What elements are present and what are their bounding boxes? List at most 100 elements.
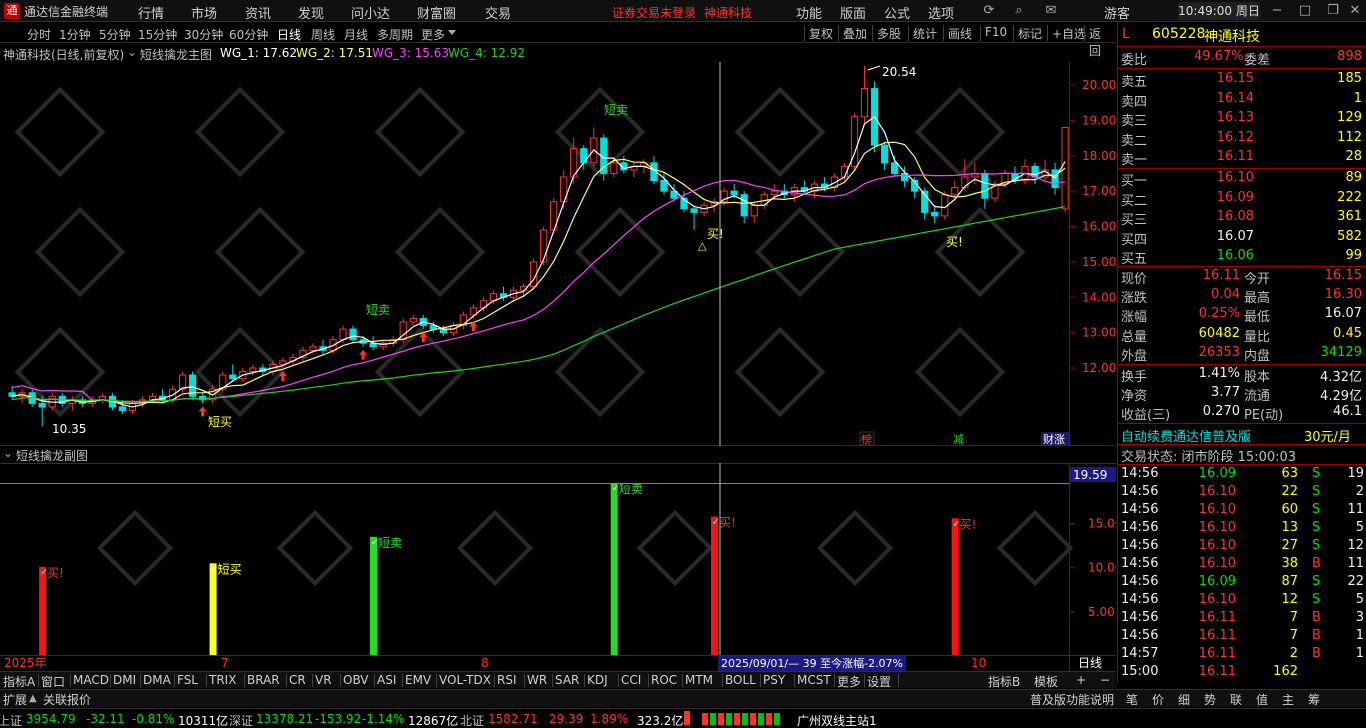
indicator-tab-asi11[interactable]: ASI [377,673,396,687]
menu-wenxiaoda[interactable]: 问小达 [351,3,390,22]
stock-name[interactable]: 神通科技 [1204,26,1260,46]
ext-related-quote[interactable]: 关联报价 [43,691,91,708]
promo-text[interactable]: 自动续费通达信普及版 [1121,426,1251,445]
sub-formula-dropdown-icon[interactable]: ⌄ [3,446,13,460]
bz-label[interactable]: 北证 [460,712,484,728]
indicator-tab-psy22[interactable]: PSY [763,673,785,687]
stock-code[interactable]: 605228 [1152,26,1205,42]
menu-jiaoyi[interactable]: 交易 [485,3,511,22]
indicator-tab-roc19[interactable]: ROC [651,673,677,687]
sell-price[interactable]: 16.14 [1214,91,1254,106]
period-fenshi[interactable]: 分时 [27,26,51,43]
indicator-tab-25[interactable]: 设置 [867,673,891,690]
ext-tab-chou[interactable]: 筹 [1308,691,1320,708]
minimize-icon[interactable]: − [1268,2,1286,20]
ext-tab-zhu[interactable]: 主 [1282,691,1294,708]
promo-price[interactable]: 30元/月 [1304,426,1351,445]
indicator-tab-trix6[interactable]: TRIX [209,673,236,687]
btn-f10[interactable]: F10 [980,25,1011,41]
ext-tab-jia[interactable]: 价 [1152,691,1164,708]
ext-tab-shi[interactable]: 势 [1204,691,1216,708]
ext-expand-button[interactable]: 扩展 [3,691,27,708]
indicator-tab-boll21[interactable]: BOLL [725,673,756,687]
indicator-tab-vr9[interactable]: VR [315,673,332,687]
mark-bang[interactable]: 榜 [861,432,872,446]
sub-indicator-chart[interactable]: 19.5915.0010.005.00 买!✓短买✓短卖✓短卖✓买!✓买!✓ [0,463,1116,655]
btn-fuquan[interactable]: 复权 [804,25,837,41]
restore-icon[interactable]: ❐ [1324,2,1342,20]
menu-gongshi[interactable]: 公式 [884,3,910,22]
user-label[interactable]: 游客 [1104,3,1130,22]
menu-banmian[interactable]: 版面 [840,3,866,22]
sell-price[interactable]: 16.11 [1214,149,1254,164]
period-5min[interactable]: 5分钟 [99,26,131,43]
indicator-tab-brar7[interactable]: BRAR [247,673,280,687]
indicator-tab-emv12[interactable]: EMV [405,673,431,687]
login-warning[interactable]: 证券交易未登录 [612,4,696,21]
indicator-tab-obv10[interactable]: OBV [343,673,369,687]
indicator-tab-dma4[interactable]: DMA [143,673,171,687]
maximize-icon[interactable]: □ [1296,2,1314,20]
menu-gongneng[interactable]: 功能 [796,3,822,22]
indicator-tab-mtm20[interactable]: MTM [685,673,713,687]
refresh-icon[interactable]: ⟳ [980,2,998,20]
btn-back[interactable]: 返回 [1084,25,1116,58]
ext-tab-zhi[interactable]: 值 [1256,691,1268,708]
btn-huaxian[interactable]: 画线 [943,25,976,41]
buy-price[interactable]: 16.08 [1214,209,1254,224]
mark-zhang[interactable]: 涨 [1054,433,1065,446]
candlestick-chart[interactable]: 20.00 19.00 18.00 17.00 16.00 15.00 14.00 13.00… [0,62,1116,446]
btn-biaoji[interactable]: 标记 [1013,25,1046,41]
period-multi[interactable]: 多周期 [377,26,413,43]
btn-diejia[interactable]: 叠加 [838,25,871,41]
indicator-tab-1[interactable]: 窗口 [41,673,65,690]
indicator-tab-sar16[interactable]: SAR [555,673,579,687]
server-station[interactable]: 广州双线主站1 [797,712,877,728]
period-60min[interactable]: 60分钟 [229,26,268,43]
mark-jian[interactable]: 减 [953,433,964,446]
buy-price[interactable]: 16.10 [1214,170,1254,185]
buy-price[interactable]: 16.06 [1214,248,1254,263]
period-daily[interactable]: 日线 [277,26,301,43]
sub-formula-name[interactable]: 短线擒龙副图 [16,447,88,464]
close-icon[interactable]: ✕ [1346,2,1364,20]
btn-tongji[interactable]: 统计 [908,25,941,41]
mark-cai[interactable]: 财 [1043,432,1054,446]
indicator-tab-fsl5[interactable]: FSL [177,673,198,687]
period-1min[interactable]: 1分钟 [59,26,91,43]
period-weekly[interactable]: 周线 [311,26,335,43]
indicator-tab-mcst23[interactable]: MCST [797,673,831,687]
btn-duogu[interactable]: 多股 [872,25,905,41]
menu-xuanxiang[interactable]: 选项 [928,3,954,22]
zoom-out-icon[interactable]: − [1100,673,1110,687]
ext-tab-bi[interactable]: 笔 [1126,691,1138,708]
search-icon[interactable]: ⌕ [1010,2,1028,20]
period-15min[interactable]: 15分钟 [138,26,177,43]
formula-name[interactable]: 短线擒龙主图 [140,46,212,63]
menu-caifuquan[interactable]: 财富圈 [417,3,456,22]
indicator-b-tab[interactable]: 指标B [988,673,1020,690]
indicator-tab-24[interactable]: 更多 [837,673,861,690]
indicator-tab-cr8[interactable]: CR [289,673,306,687]
more-dropdown-icon[interactable] [448,30,456,35]
indicator-tab-rsi14[interactable]: RSI [497,673,517,687]
period-monthly[interactable]: 月线 [344,26,368,43]
menu-faxian[interactable]: 发现 [298,3,324,22]
period-30min[interactable]: 30分钟 [184,26,223,43]
menu-hangqing[interactable]: 行情 [138,3,164,22]
formula-dropdown-icon[interactable]: ⌄ [127,45,137,59]
indicator-tab-cci18[interactable]: CCI [621,673,641,687]
expand-up-icon[interactable]: ▲ [29,693,37,704]
buy-price[interactable]: 16.09 [1214,190,1254,205]
menu-zixun[interactable]: 资讯 [245,3,271,22]
period-more[interactable]: 更多 [421,26,445,43]
ext-version-info[interactable]: 普及版功能说明 [1030,691,1114,708]
sell-price[interactable]: 16.13 [1214,110,1254,125]
ext-tab-lian[interactable]: 联 [1230,691,1242,708]
sell-price[interactable]: 16.12 [1214,130,1254,145]
indicator-tab-voltdx13[interactable]: VOL-TDX [439,673,491,687]
indicator-tab-kdj17[interactable]: KDJ [587,673,608,687]
menu-shichang[interactable]: 市场 [191,3,217,22]
sz-label[interactable]: 深证 [229,712,253,728]
indicator-tab-a0[interactable]: 指标A [3,673,35,690]
